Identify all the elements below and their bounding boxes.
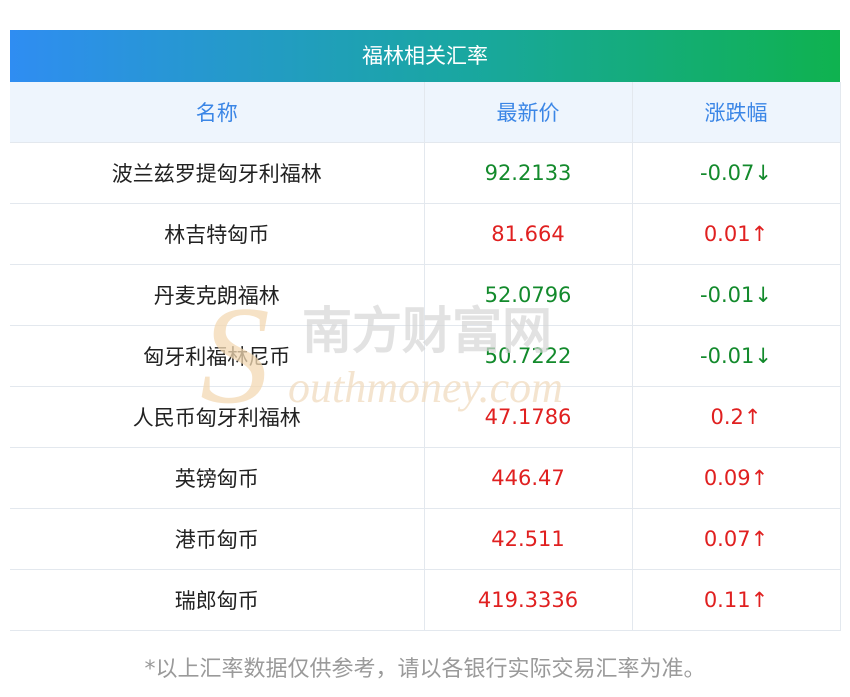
latest-price: 52.0796 [423,264,632,326]
currency-pair-name[interactable]: 瑞郎匈币 [10,569,424,631]
header-change: 涨跌幅 [631,82,841,143]
latest-price: 50.7222 [423,325,632,387]
rate-table: 名称 最新价 涨跌幅 波兰兹罗提匈牙利福林 92.2133 -0.07↓ 林吉特… [10,82,841,631]
table-row: 瑞郎匈币 419.3336 0.11↑ [10,569,841,631]
latest-price: 42.511 [423,508,632,570]
rate-card: 福林相关汇率 名称 最新价 涨跌幅 波兰兹罗提匈牙利福林 92.2133 -0.… [10,30,841,631]
table-row: 匈牙利福林尼币 50.7222 -0.01↓ [10,325,841,387]
table-row: 波兰兹罗提匈牙利福林 92.2133 -0.07↓ [10,142,841,204]
currency-pair-name[interactable]: 匈牙利福林尼币 [10,325,424,387]
change-percent: 0.2↑ [631,386,841,448]
latest-price: 419.3336 [423,569,632,631]
latest-price: 446.47 [423,447,632,509]
card-title: 福林相关汇率 [10,30,840,82]
table-header-row: 名称 最新价 涨跌幅 [10,82,841,143]
currency-pair-name[interactable]: 丹麦克朗福林 [10,264,424,326]
table-row: 港币匈币 42.511 0.07↑ [10,508,841,570]
latest-price: 92.2133 [423,142,632,204]
change-percent: 0.07↑ [631,508,841,570]
currency-pair-name[interactable]: 波兰兹罗提匈牙利福林 [10,142,424,204]
table-row: 英镑匈币 446.47 0.09↑ [10,447,841,509]
change-percent: -0.01↓ [631,264,841,326]
currency-pair-name[interactable]: 港币匈币 [10,508,424,570]
table-row: 林吉特匈币 81.664 0.01↑ [10,203,841,265]
disclaimer-footnote: *以上汇率数据仅供参考，请以各银行实际交易汇率为准。 [144,657,706,682]
latest-price: 81.664 [423,203,632,265]
currency-pair-name[interactable]: 英镑匈币 [10,447,424,509]
change-percent: 0.01↑ [631,203,841,265]
change-percent: -0.01↓ [631,325,841,387]
header-price: 最新价 [423,82,632,143]
latest-price: 47.1786 [423,386,632,448]
currency-pair-name[interactable]: 人民币匈牙利福林 [10,386,424,448]
table-row: 人民币匈牙利福林 47.1786 0.2↑ [10,386,841,448]
change-percent: 0.11↑ [631,569,841,631]
header-name: 名称 [10,82,424,143]
table-row: 丹麦克朗福林 52.0796 -0.01↓ [10,264,841,326]
change-percent: -0.07↓ [631,142,841,204]
change-percent: 0.09↑ [631,447,841,509]
currency-pair-name[interactable]: 林吉特匈币 [10,203,424,265]
